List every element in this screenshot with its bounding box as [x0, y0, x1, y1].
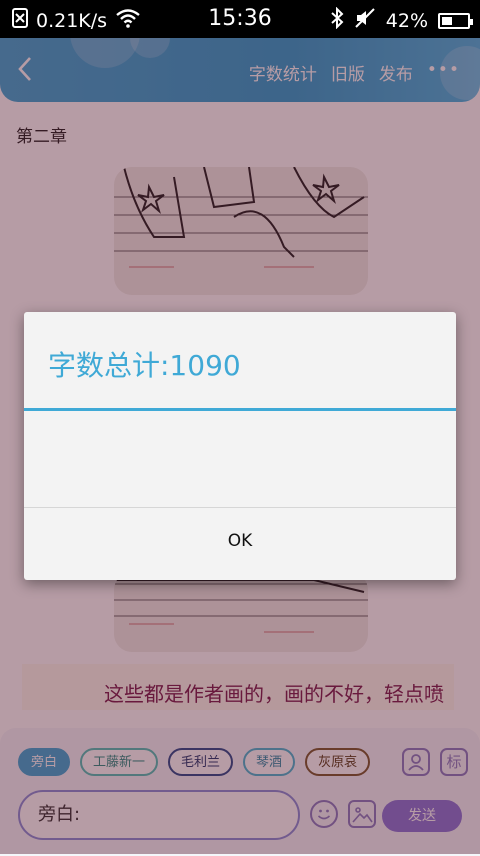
- battery-icon: [438, 12, 473, 29]
- battery-percent: 42%: [385, 9, 428, 32]
- dialog-title: 字数总计:1090: [48, 349, 241, 382]
- status-bar: 0.21K/s 15:36 42%: [0, 0, 480, 38]
- word-count-dialog: 字数总计:1090 OK: [24, 312, 456, 580]
- status-right: 42%: [330, 6, 473, 34]
- ok-button[interactable]: OK: [24, 508, 456, 580]
- bluetooth-icon: [330, 6, 344, 34]
- mute-icon: [354, 8, 376, 33]
- dialog-title-divider: [24, 408, 456, 411]
